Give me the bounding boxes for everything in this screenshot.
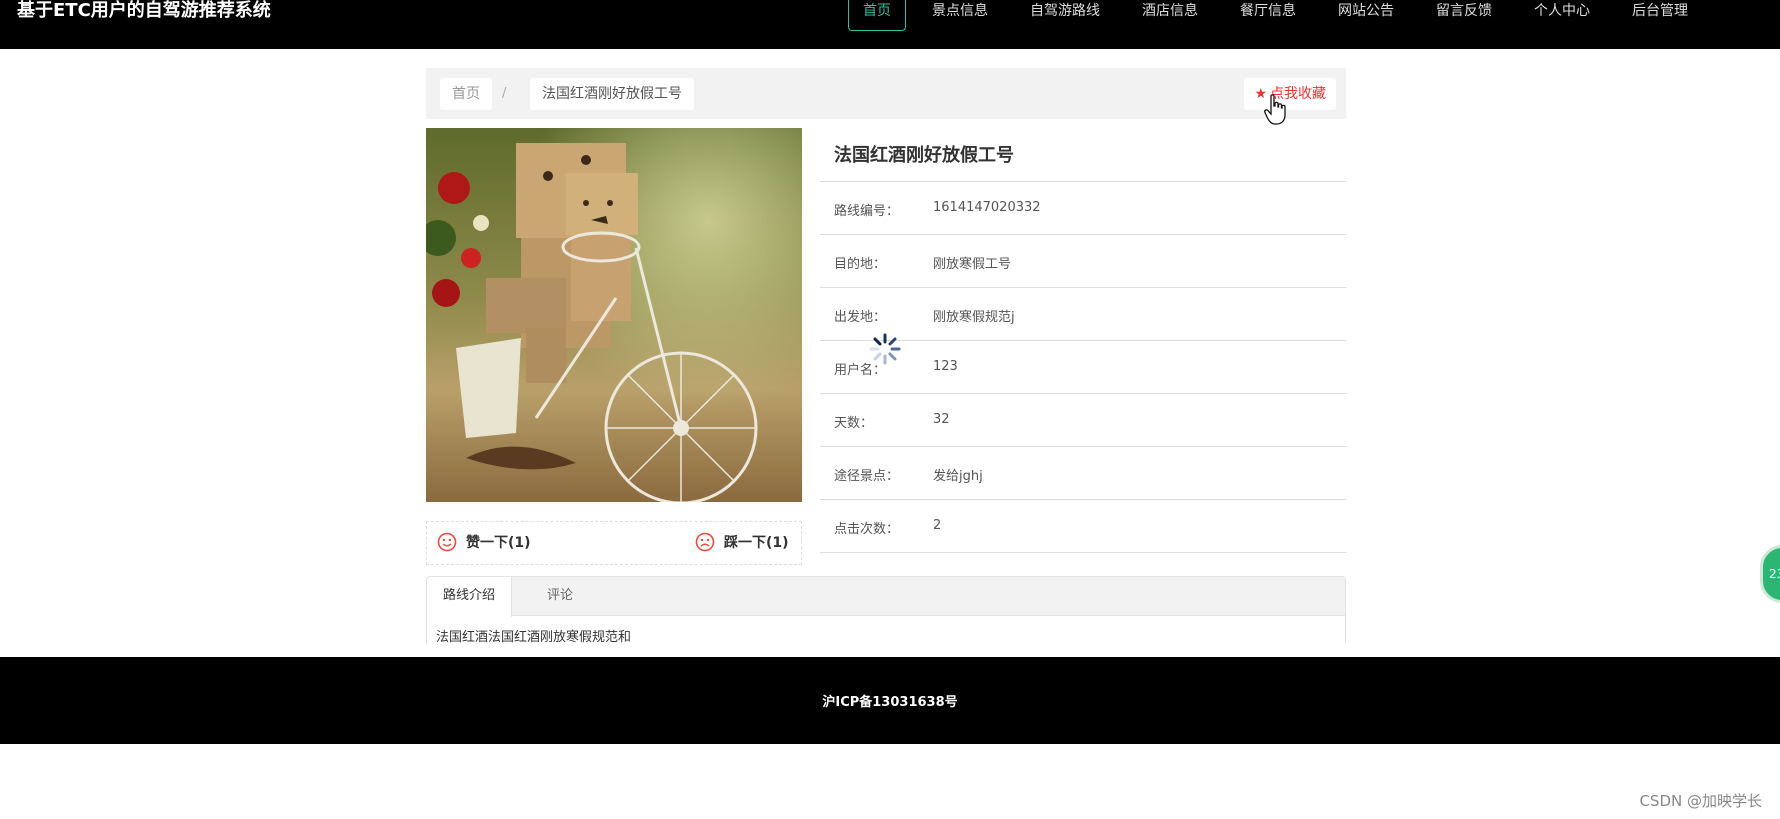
top-navbar: 基于ETC用户的自驾游推荐系统 首页 景点信息 自驾游路线 酒店信息 餐厅信息 … [0,0,1780,49]
detail-row-clicks: 点击次数： 2 [820,500,1346,553]
like-button[interactable]: 赞一下(1) [437,532,531,552]
watermark: CSDN @加映学长 [1639,792,1762,810]
like-label: 赞一下(1) [466,535,531,551]
nav-item-announcements[interactable]: 网站公告 [1322,0,1410,31]
footer: 沪ICP备13031638号 [0,657,1780,744]
hand-cursor-icon [1264,94,1286,125]
detail-label: 路线编号： [834,204,900,219]
detail-label: 出发地： [834,310,887,325]
detail-label: 途径景点： [834,469,900,484]
detail-value: 刚放寒假工号 [933,257,1012,272]
detail-value: 2 [933,518,942,533]
route-image [426,128,802,502]
detail-label: 点击次数： [834,522,900,537]
floating-badge[interactable]: 23 [1760,545,1780,603]
icp-text[interactable]: 沪ICP备13031638号 [0,691,1780,710]
vote-box: 赞一下(1) 踩一下(1) [426,521,802,565]
tab-content-text: 法国红酒法国红酒刚放寒假规范和 [436,630,632,644]
nav-item-routes[interactable]: 自驾游路线 [1014,0,1116,31]
tab-bar: 路线介绍 评论 [427,577,1345,617]
main-nav: 首页 景点信息 自驾游路线 酒店信息 餐厅信息 网站公告 留言反馈 个人中心 后… [848,0,1714,31]
nav-item-admin[interactable]: 后台管理 [1616,0,1704,31]
nav-item-hotels[interactable]: 酒店信息 [1126,0,1214,31]
nav-item-restaurants[interactable]: 餐厅信息 [1224,0,1312,31]
nav-item-attractions[interactable]: 景点信息 [916,0,1004,31]
route-details: 路线编号： 1614147020332 目的地： 刚放寒假工号 出发地： 刚放寒假规范… [820,182,1346,553]
detail-row-route-id: 路线编号： 1614147020332 [820,182,1346,235]
detail-value: 1614147020332 [933,200,1041,215]
favorite-button[interactable]: ★ 点我收藏 [1244,78,1336,110]
detail-value: 123 [933,359,958,374]
detail-value: 32 [933,412,950,427]
smile-icon [437,532,457,552]
detail-row-days: 天数： 32 [820,394,1346,447]
breadcrumb-current: 法国红酒刚好放假工号 [530,78,694,110]
site-title[interactable]: 基于ETC用户的自驾游推荐系统 [17,0,271,22]
detail-label: 天数： [834,416,874,431]
nav-item-profile[interactable]: 个人中心 [1518,0,1606,31]
content-tabs: 路线介绍 评论 法国红酒法国红酒刚放寒假规范和 [426,576,1346,644]
dislike-label: 踩一下(1) [724,535,789,551]
loading-spinner-icon [869,333,901,365]
breadcrumb-home-link[interactable]: 首页 [440,78,492,110]
breadcrumb: 首页 / 法国红酒刚好放假工号 ★ 点我收藏 [426,68,1346,119]
route-title: 法国红酒刚好放假工号 [834,145,1014,166]
detail-label: 目的地： [834,257,887,272]
dislike-button[interactable]: 踩一下(1) [695,532,789,552]
detail-value: 发给jghj [933,469,983,484]
detail-row-waypoints: 途径景点： 发给jghj [820,447,1346,500]
nav-item-feedback[interactable]: 留言反馈 [1420,0,1508,31]
nav-item-home[interactable]: 首页 [848,0,906,31]
detail-value: 刚放寒假规范j [933,310,1015,325]
frown-icon [695,532,715,552]
breadcrumb-separator: / [502,86,507,101]
detail-row-destination: 目的地： 刚放寒假工号 [820,235,1346,288]
tab-route-intro[interactable]: 路线介绍 [427,577,513,617]
tab-comments[interactable]: 评论 [531,577,589,616]
